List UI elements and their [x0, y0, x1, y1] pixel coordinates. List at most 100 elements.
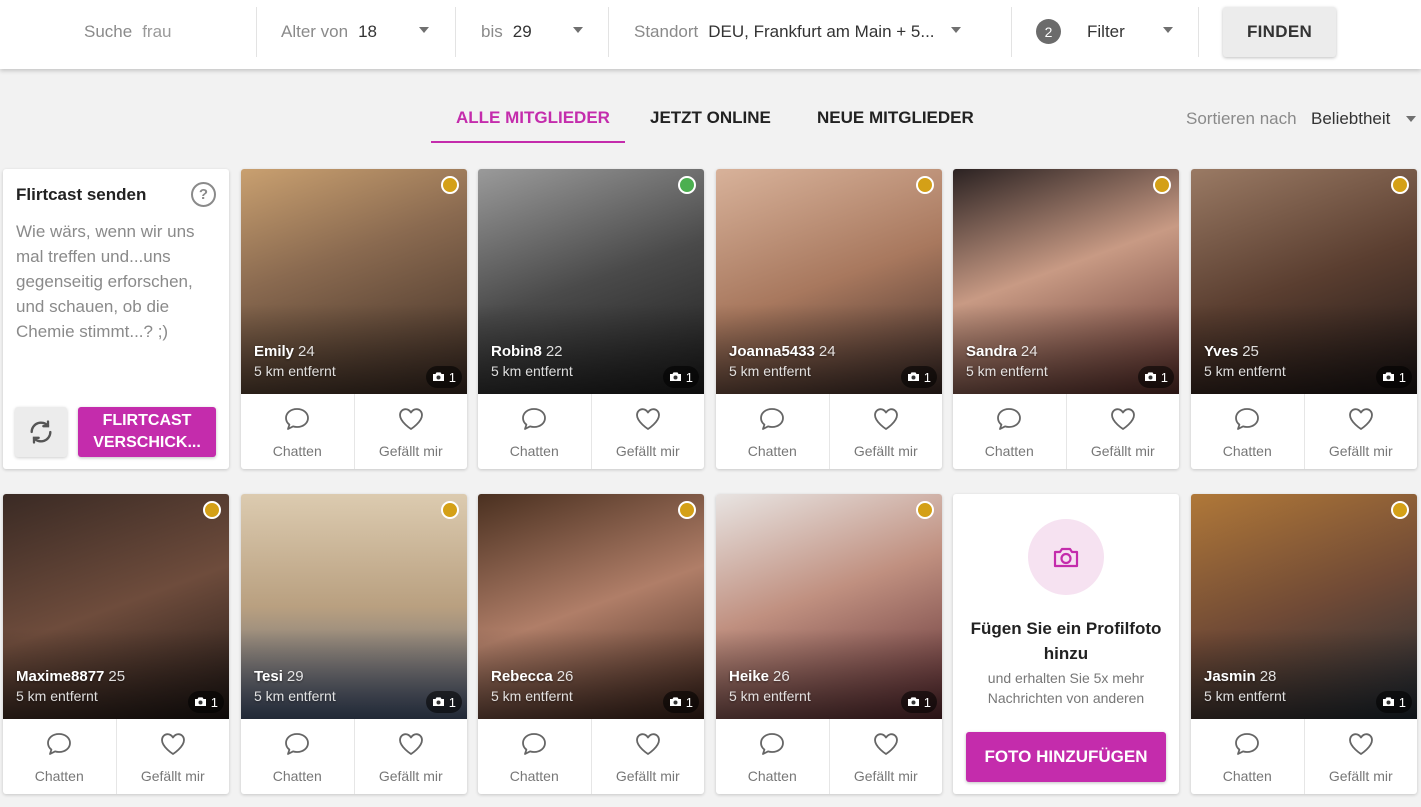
- chat-label: Chatten: [509, 443, 559, 459]
- filter-select[interactable]: 2 Filter: [1036, 0, 1125, 63]
- status-indicator: [203, 501, 221, 519]
- send-flirtcast-button[interactable]: FLIRTCAST VERSCHICK...: [78, 407, 216, 457]
- find-button[interactable]: FINDEN: [1223, 7, 1336, 57]
- camera-icon: [432, 370, 445, 385]
- tab-all-members[interactable]: ALLE MITGLIEDER: [456, 108, 610, 128]
- photo-count-badge: 1: [425, 691, 462, 713]
- photo-count-badge: 1: [900, 366, 937, 388]
- like-button[interactable]: Gefällt mir: [115, 719, 230, 794]
- profile-card[interactable]: Maxime8877 25 5 km entfernt 1 Chatten Gef…: [3, 494, 229, 794]
- chat-button[interactable]: Chatten: [716, 719, 829, 794]
- photo-count: 1: [448, 694, 456, 710]
- chat-button[interactable]: Chatten: [241, 719, 354, 794]
- refresh-button[interactable]: [15, 407, 67, 457]
- profile-actions: Chatten Gefällt mir: [3, 719, 229, 794]
- chevron-down-icon[interactable]: [573, 27, 583, 33]
- chat-bubble-icon: [520, 731, 548, 762]
- like-button[interactable]: Gefällt mir: [1303, 394, 1418, 469]
- age-to-select[interactable]: bis 29: [481, 0, 532, 63]
- profile-age: 25: [108, 668, 126, 685]
- search-input[interactable]: frau: [142, 22, 171, 42]
- location-label: Standort: [634, 21, 699, 41]
- like-button[interactable]: Gefällt mir: [828, 394, 943, 469]
- photo-count: 1: [1160, 369, 1168, 385]
- chevron-down-icon[interactable]: [1163, 27, 1173, 33]
- like-button[interactable]: Gefällt mir: [590, 394, 705, 469]
- profile-age: 25: [1242, 343, 1259, 360]
- profile-photo[interactable]: Robin8 22 5 km entfernt 1: [478, 169, 704, 394]
- profile-actions: Chatten Gefällt mir: [478, 719, 704, 794]
- chat-button[interactable]: Chatten: [3, 719, 116, 794]
- photo-count-badge: 1: [1375, 691, 1412, 713]
- search-label: Suche: [84, 21, 133, 41]
- profile-photo[interactable]: Rebecca 26 5 km entfernt 1: [478, 494, 704, 719]
- profile-card[interactable]: Sandra 24 5 km entfernt 1 Chatten Gefällt…: [953, 169, 1179, 469]
- profile-photo[interactable]: Joanna5433 24 5 km entfernt 1: [716, 169, 942, 394]
- like-button[interactable]: Gefällt mir: [353, 394, 468, 469]
- tab-new-members[interactable]: NEUE MITGLIEDER: [817, 108, 974, 128]
- chat-button[interactable]: Chatten: [1191, 394, 1304, 469]
- chat-bubble-icon: [758, 731, 786, 762]
- chat-button[interactable]: Chatten: [241, 394, 354, 469]
- search-field[interactable]: Suche frau: [84, 0, 172, 63]
- profile-photo[interactable]: Maxime8877 25 5 km entfernt 1: [3, 494, 229, 719]
- chevron-down-icon[interactable]: [1406, 116, 1416, 122]
- chevron-down-icon[interactable]: [419, 27, 429, 33]
- question-icon[interactable]: ?: [191, 182, 216, 207]
- camera-icon: [669, 695, 682, 710]
- chat-label: Chatten: [1222, 443, 1272, 459]
- like-label: Gefällt mir: [1090, 443, 1155, 459]
- chat-button[interactable]: Chatten: [478, 394, 591, 469]
- photo-count-badge: 1: [1137, 366, 1174, 388]
- photo-count: 1: [448, 369, 456, 385]
- location-select[interactable]: Standort DEU, Frankfurt am Main + 5...: [634, 0, 935, 63]
- profile-photo[interactable]: Emily 24 5 km entfernt 1: [241, 169, 467, 394]
- like-button[interactable]: Gefällt mir: [353, 719, 468, 794]
- chat-label: Chatten: [747, 443, 797, 459]
- profile-actions: Chatten Gefällt mir: [241, 719, 467, 794]
- add-photo-button[interactable]: FOTO HINZUFÜGEN: [966, 732, 1166, 782]
- profile-card[interactable]: Heike 26 5 km entfernt 1 Chatten Gefällt …: [716, 494, 942, 794]
- profile-card[interactable]: Robin8 22 5 km entfernt 1 Chatten Gefällt…: [478, 169, 704, 469]
- like-button[interactable]: Gefällt mir: [828, 719, 943, 794]
- chat-bubble-icon: [1233, 731, 1261, 762]
- profile-photo[interactable]: Jasmin 28 5 km entfernt 1: [1191, 494, 1417, 719]
- profile-card[interactable]: Joanna5433 24 5 km entfernt 1 Chatten Gef…: [716, 169, 942, 469]
- chat-button[interactable]: Chatten: [478, 719, 591, 794]
- profile-photo[interactable]: Yves 25 5 km entfernt 1: [1191, 169, 1417, 394]
- profile-card[interactable]: Yves 25 5 km entfernt 1 Chatten Gefällt m…: [1191, 169, 1417, 469]
- age-from-select[interactable]: Alter von 18: [281, 0, 377, 63]
- camera-icon[interactable]: [1028, 519, 1104, 595]
- profile-photo[interactable]: Sandra 24 5 km entfernt 1: [953, 169, 1179, 394]
- profile-username: Joanna5433: [729, 343, 815, 360]
- profile-age: 24: [298, 343, 315, 360]
- profile-name: Jasmin 28: [1204, 668, 1276, 685]
- chat-button[interactable]: Chatten: [1191, 719, 1304, 794]
- heart-icon: [159, 731, 187, 762]
- like-button[interactable]: Gefällt mir: [590, 719, 705, 794]
- like-label: Gefällt mir: [1328, 768, 1393, 784]
- profile-card[interactable]: Tesi 29 5 km entfernt 1 Chatten Gefällt m…: [241, 494, 467, 794]
- profile-card[interactable]: Jasmin 28 5 km entfernt 1 Chatten Gefällt…: [1191, 494, 1417, 794]
- active-tab-indicator: [431, 141, 625, 143]
- photo-count: 1: [923, 694, 931, 710]
- filter-count-badge: 2: [1036, 19, 1061, 44]
- profile-distance: 5 km entfernt: [1204, 688, 1286, 704]
- sort-select[interactable]: Beliebtheit: [1311, 109, 1390, 129]
- chevron-down-icon[interactable]: [951, 27, 961, 33]
- chat-label: Chatten: [1222, 768, 1272, 784]
- tab-online-now[interactable]: JETZT ONLINE: [650, 108, 771, 128]
- profile-distance: 5 km entfernt: [491, 363, 573, 379]
- chat-button[interactable]: Chatten: [716, 394, 829, 469]
- profile-card[interactable]: Emily 24 5 km entfernt 1 Chatten Gefällt …: [241, 169, 467, 469]
- profile-photo[interactable]: Tesi 29 5 km entfernt 1: [241, 494, 467, 719]
- like-label: Gefällt mir: [853, 768, 918, 784]
- like-button[interactable]: Gefällt mir: [1065, 394, 1180, 469]
- profile-photo[interactable]: Heike 26 5 km entfernt 1: [716, 494, 942, 719]
- add-photo-subtitle: und erhalten Sie 5x mehr Nachrichten von…: [987, 670, 1145, 706]
- heart-icon: [634, 406, 662, 437]
- like-button[interactable]: Gefällt mir: [1303, 719, 1418, 794]
- chat-button[interactable]: Chatten: [953, 394, 1066, 469]
- profile-distance: 5 km entfernt: [491, 688, 573, 704]
- profile-card[interactable]: Rebecca 26 5 km entfernt 1 Chatten Gefäll…: [478, 494, 704, 794]
